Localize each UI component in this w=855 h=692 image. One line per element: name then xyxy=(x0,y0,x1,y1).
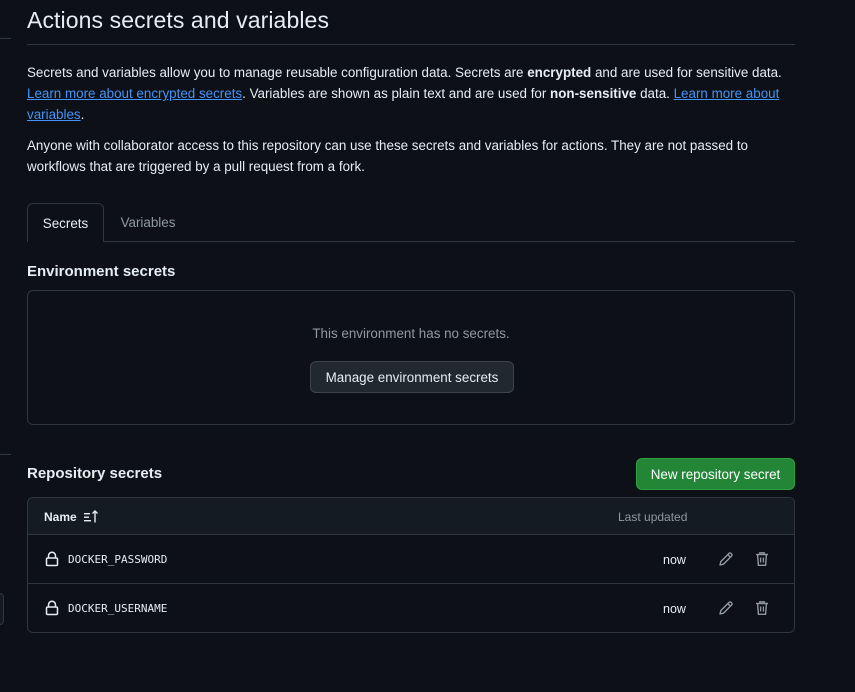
pencil-icon[interactable] xyxy=(717,550,735,568)
intro-bold-encrypted: encrypted xyxy=(527,65,592,80)
title-divider xyxy=(27,44,795,45)
table-row: DOCKER_PASSWORD now xyxy=(28,535,794,584)
environment-secrets-panel: This environment has no secrets. Manage … xyxy=(27,290,795,425)
environment-secrets-heading: Environment secrets xyxy=(27,263,176,280)
last-updated-column-header: Last updated xyxy=(618,510,688,524)
tab-secrets[interactable]: Secrets xyxy=(27,203,104,242)
tab-variables[interactable]: Variables xyxy=(104,203,192,241)
sidebar-divider xyxy=(0,454,11,455)
secret-last-updated: now xyxy=(663,553,686,567)
environment-empty-message: This environment has no secrets. xyxy=(312,326,510,341)
intro-text: Secrets and variables allow you to manag… xyxy=(27,65,528,80)
tab-bar: Secrets Variables xyxy=(27,203,795,242)
lock-icon xyxy=(45,551,59,567)
repository-secrets-table: Name Last updated DOCKER_PASSWORD now DO… xyxy=(27,497,795,633)
page-title: Actions secrets and variables xyxy=(27,7,330,33)
intro-text: and are used for sensitive data. xyxy=(591,65,782,80)
new-repository-secret-button[interactable]: New repository secret xyxy=(636,458,795,490)
lock-icon xyxy=(45,600,59,616)
repository-secrets-heading: Repository secrets xyxy=(27,465,163,482)
intro-text: data. xyxy=(636,86,674,101)
manage-environment-secrets-button[interactable]: Manage environment secrets xyxy=(310,361,514,393)
secret-last-updated: now xyxy=(663,602,686,616)
trash-icon[interactable] xyxy=(753,599,771,617)
intro-text: . xyxy=(80,107,85,122)
sort-ascending-icon xyxy=(83,510,98,523)
learn-more-encrypted-secrets-link[interactable]: Learn more about encrypted secrets xyxy=(27,86,242,101)
table-row: DOCKER_USERNAME now xyxy=(28,584,794,632)
table-header: Name Last updated xyxy=(28,498,794,535)
trash-icon[interactable] xyxy=(753,550,771,568)
name-column-label: Name xyxy=(44,510,77,524)
sidebar-divider xyxy=(0,38,11,39)
pencil-icon[interactable] xyxy=(717,599,735,617)
secret-name: DOCKER_USERNAME xyxy=(68,602,168,615)
sidebar-item-edge[interactable] xyxy=(0,593,4,625)
intro-paragraph: Secrets and variables allow you to manag… xyxy=(27,62,797,125)
tab-bar-divider xyxy=(27,241,795,242)
access-note: Anyone with collaborator access to this … xyxy=(27,138,749,174)
intro-bold-non-sensitive: non-sensitive xyxy=(550,86,637,101)
secret-name: DOCKER_PASSWORD xyxy=(68,553,168,566)
intro-text: . Variables are shown as plain text and … xyxy=(242,86,551,101)
name-column-header[interactable]: Name xyxy=(44,510,99,524)
